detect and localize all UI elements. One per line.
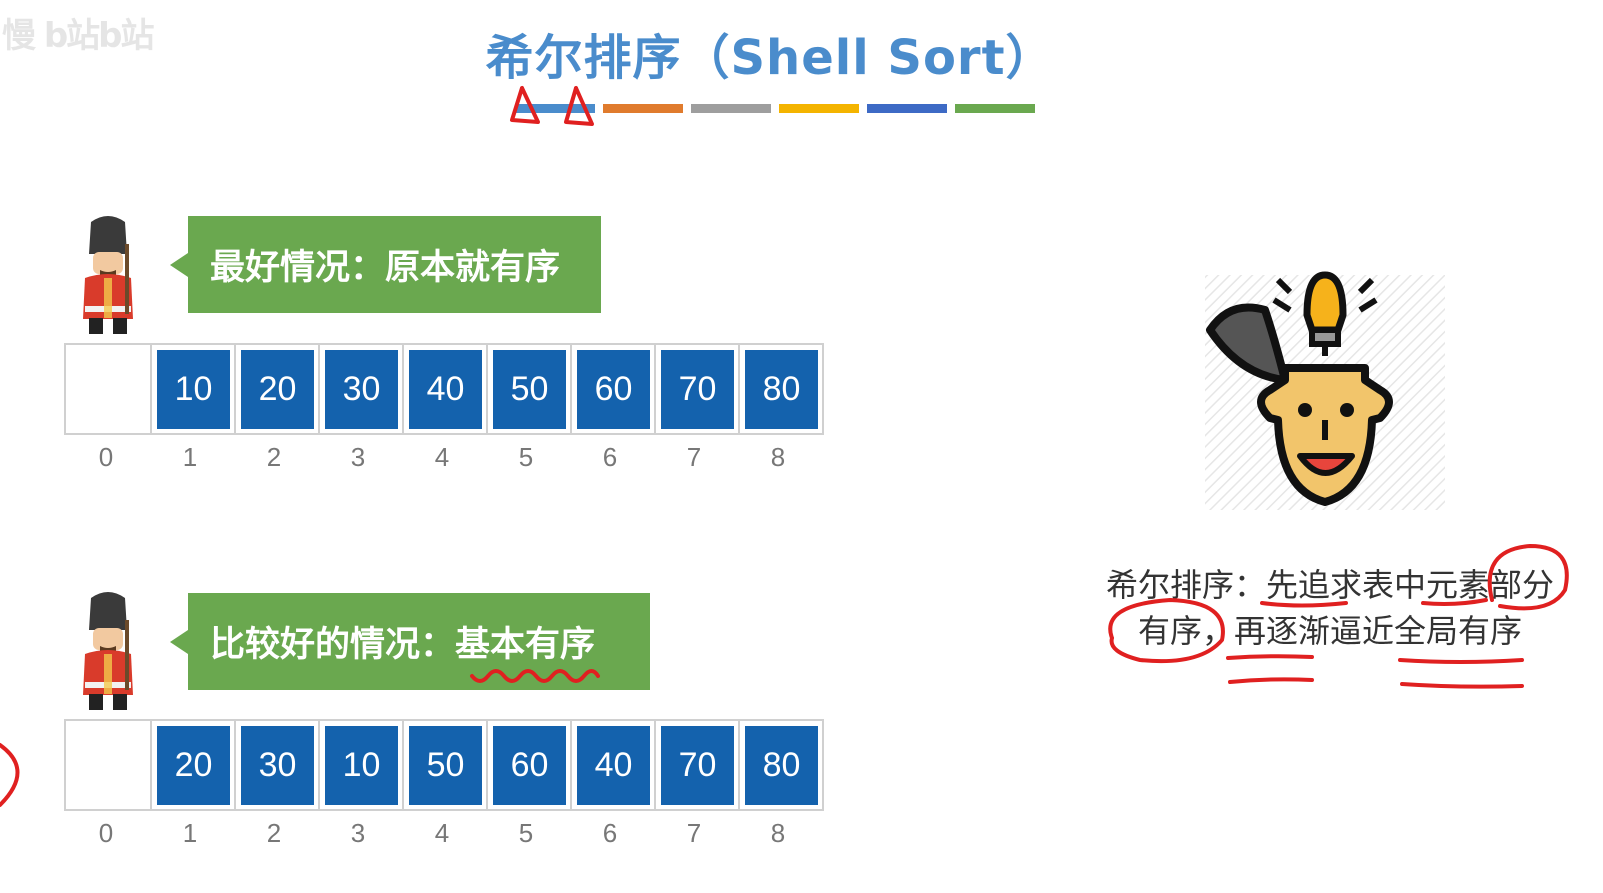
shell-sort-note: 希尔排序：先追求表中元素部分 有序，再逐渐逼近全局有序 (1080, 562, 1580, 654)
array-cell: 50 (486, 345, 570, 433)
array-cell: 60 (570, 345, 654, 433)
royal-guard-icon (73, 590, 143, 715)
array-cell: 50 (402, 721, 486, 809)
array-index: 8 (770, 442, 786, 472)
array-cell: 70 (654, 721, 738, 809)
array-value: 60 (577, 350, 650, 429)
array-index: 0 (98, 442, 114, 472)
array-index: 2 (266, 442, 282, 472)
title-color-bar (867, 104, 947, 113)
array-cell: 20 (150, 721, 234, 809)
best-case-bubble: 最好情况：原本就有序 (188, 216, 601, 313)
royal-guard-icon (73, 214, 143, 339)
array-cell: 80 (738, 345, 822, 433)
array-index: 2 (266, 818, 282, 848)
array-cell: 10 (150, 345, 234, 433)
array-cell (66, 721, 150, 809)
array-value: 10 (157, 350, 230, 429)
best-case-label: 最好情况：原本就有序 (210, 248, 561, 288)
lightbulb-head-icon (1200, 270, 1450, 515)
good-case-bubble: 比较好的情况：基本有序 (188, 593, 650, 690)
array-index: 6 (602, 442, 618, 472)
array-cell: 40 (570, 721, 654, 809)
array-index: 3 (350, 442, 366, 472)
array-index: 4 (434, 818, 450, 848)
note-line-1: 希尔排序：先追求表中元素部分 (1105, 566, 1554, 604)
array-value: 50 (409, 726, 482, 805)
array-index: 1 (182, 818, 198, 848)
title-color-bar (515, 104, 595, 113)
array-value: 40 (577, 726, 650, 805)
array-index: 1 (182, 442, 198, 472)
array-value: 50 (493, 350, 566, 429)
array-value: 80 (745, 350, 818, 429)
good-case-label: 比较好的情况：基本有序 (210, 625, 596, 665)
array-index: 7 (686, 442, 702, 472)
array-index: 8 (770, 818, 786, 848)
array-cell: 40 (402, 345, 486, 433)
array-index: 7 (686, 818, 702, 848)
array-cell: 80 (738, 721, 822, 809)
title-color-bar (779, 104, 859, 113)
array-cell: 20 (234, 345, 318, 433)
array-value: 30 (241, 726, 314, 805)
array-index: 5 (518, 818, 534, 848)
title-color-bar (955, 104, 1035, 113)
array-value: 80 (745, 726, 818, 805)
best-case-array: 10 20 30 40 50 60 70 80 (64, 343, 824, 435)
note-line-2: 有序，再逐渐逼近全局有序 (1137, 612, 1522, 650)
page-title: 希尔排序（Shell Sort） (485, 30, 1055, 86)
array-value: 40 (409, 350, 482, 429)
good-case-array: 20 30 10 50 60 40 70 80 (64, 719, 824, 811)
title-color-bar (691, 104, 771, 113)
array-index: 4 (434, 442, 450, 472)
array-cell (66, 345, 150, 433)
array-index: 3 (350, 818, 366, 848)
array-cell: 30 (234, 721, 318, 809)
array-index: 0 (98, 818, 114, 848)
array-value: 30 (325, 350, 398, 429)
array-index: 6 (602, 818, 618, 848)
array-cell: 60 (486, 721, 570, 809)
array-value: 70 (661, 350, 734, 429)
array-value: 20 (157, 726, 230, 805)
array-value: 10 (325, 726, 398, 805)
array-cell: 30 (318, 345, 402, 433)
title-color-bar (603, 104, 683, 113)
array-cell: 70 (654, 345, 738, 433)
array-index: 5 (518, 442, 534, 472)
array-value: 70 (661, 726, 734, 805)
array-cell: 10 (318, 721, 402, 809)
array-value: 20 (241, 350, 314, 429)
array-value: 60 (493, 726, 566, 805)
